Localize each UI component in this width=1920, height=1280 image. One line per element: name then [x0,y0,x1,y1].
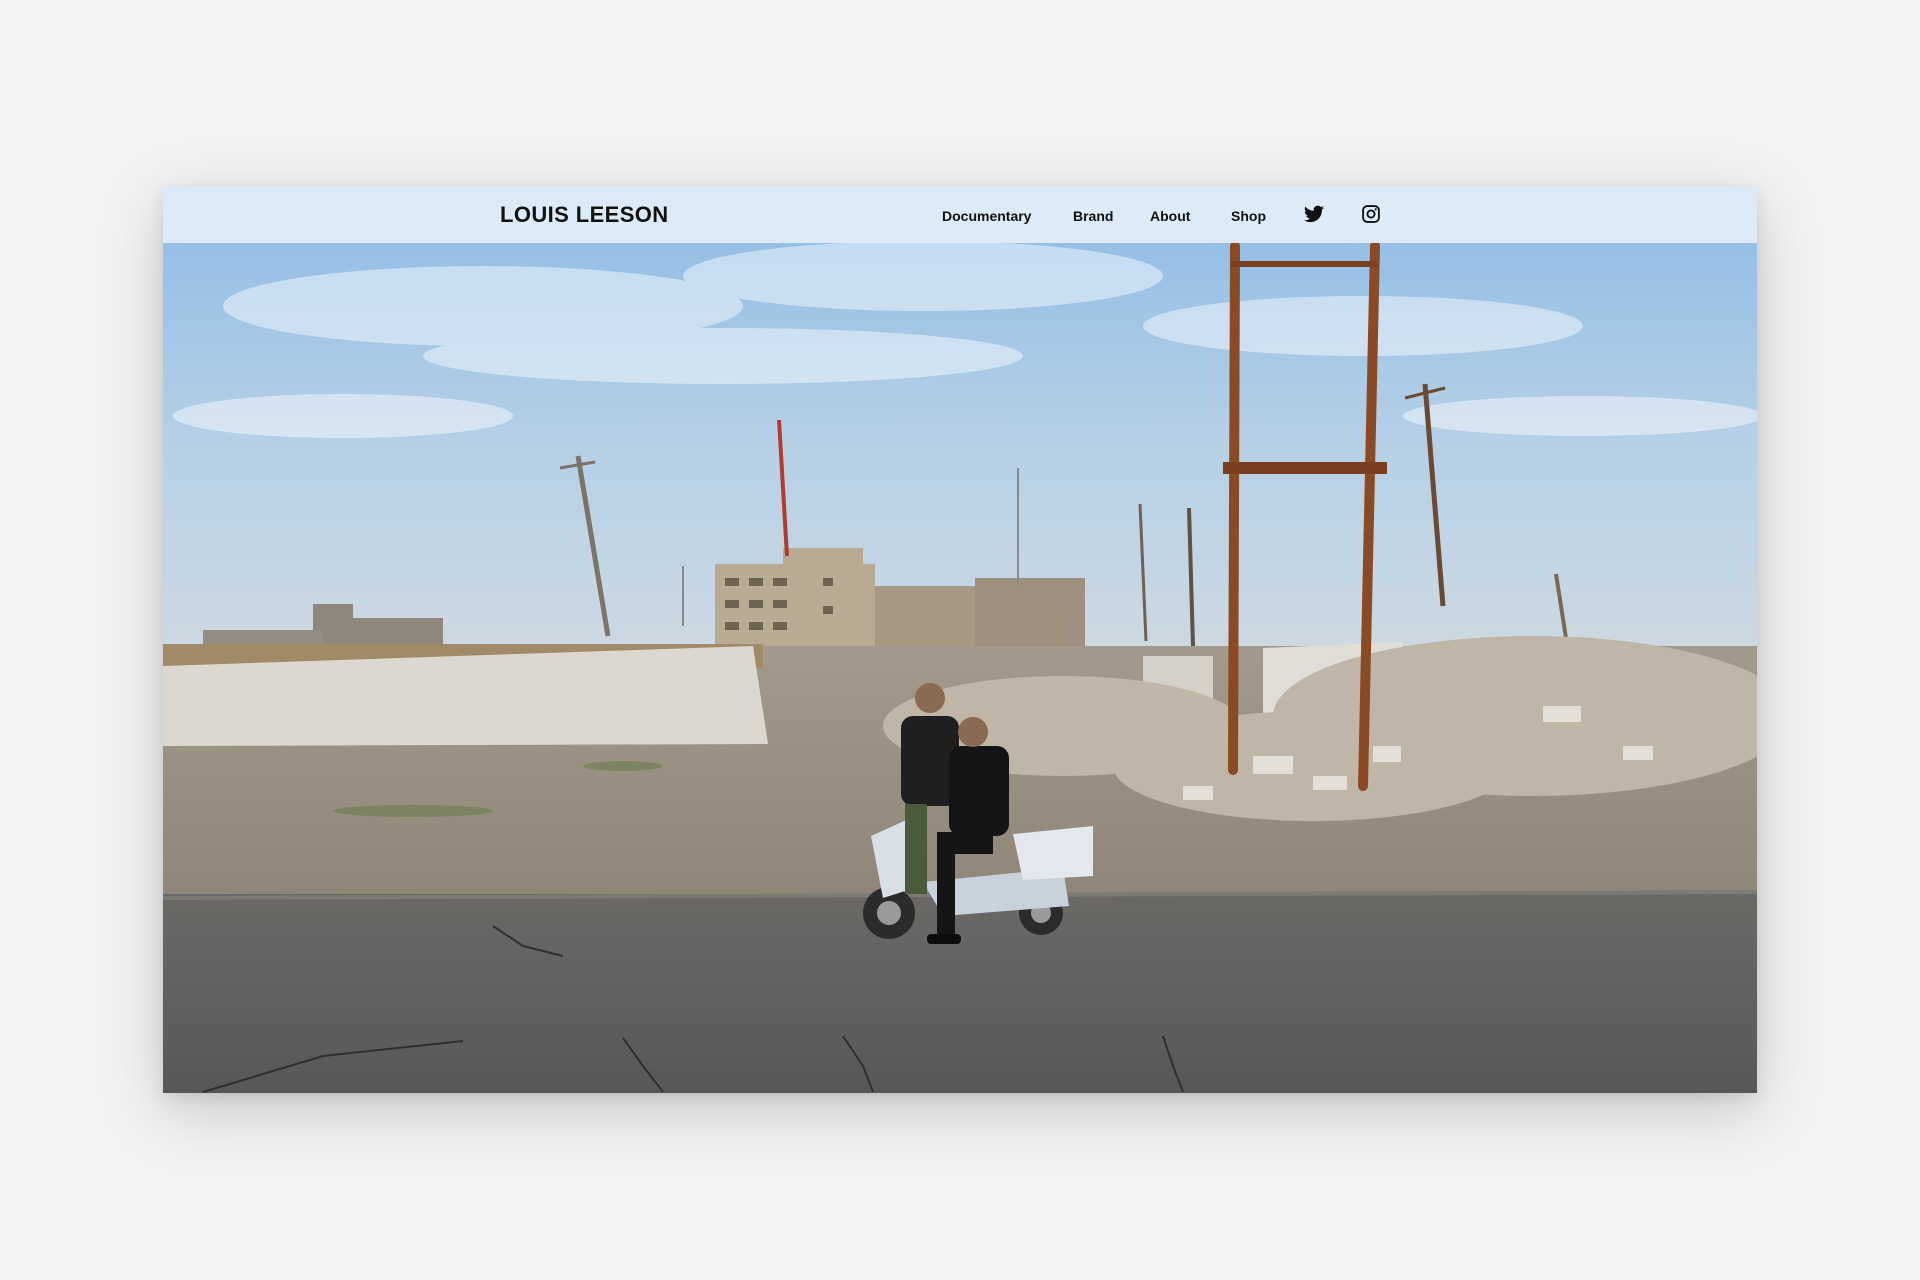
hero-photo [163,186,1757,1093]
instagram-icon[interactable] [1361,204,1381,224]
site-header: LOUIS LEESON Documentary Brand About Sho… [163,186,1757,243]
nav-link-brand[interactable]: Brand [1073,205,1113,227]
nav-link-shop[interactable]: Shop [1231,205,1266,227]
twitter-icon[interactable] [1303,203,1325,225]
browser-frame: LOUIS LEESON Documentary Brand About Sho… [163,186,1757,1093]
nav-link-documentary[interactable]: Documentary [942,205,1031,227]
nav-link-about[interactable]: About [1150,205,1190,227]
site-logo[interactable]: LOUIS LEESON [500,202,669,228]
